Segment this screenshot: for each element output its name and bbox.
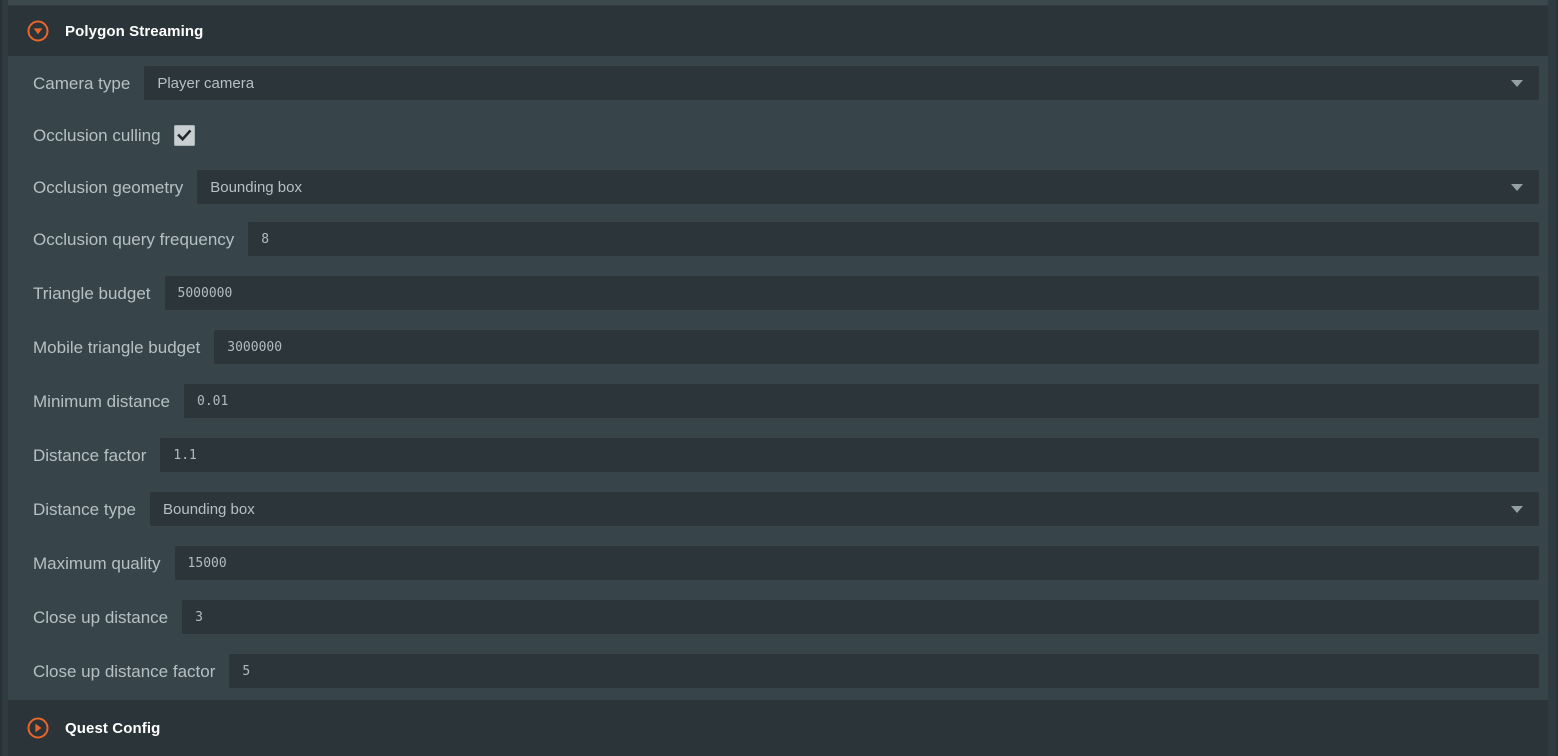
popup-value-occlusion-geometry: Bounding box: [210, 179, 302, 195]
property-row-distance-factor: Distance factor 1.1: [8, 428, 1556, 482]
chevron-down-icon: [1511, 80, 1523, 87]
property-row-maximum-quality: Maximum quality 15000: [8, 536, 1556, 590]
label-close-up-distance: Close up distance: [33, 607, 169, 627]
label-maximum-quality: Maximum quality: [33, 553, 161, 573]
property-row-distance-type: Distance type Bounding box: [8, 482, 1556, 536]
number-input-mobile-triangle-budget[interactable]: 3000000: [214, 330, 1539, 364]
chevron-down-icon: [1511, 506, 1523, 513]
number-input-occlusion-query-frequency[interactable]: 8: [248, 222, 1539, 256]
checkbox-occlusion-culling[interactable]: [173, 124, 195, 146]
polygon-streaming-inspector-panel: Polygon Streaming Camera type Player cam…: [0, 0, 1558, 756]
check-icon: [176, 129, 191, 141]
property-row-triangle-budget: Triangle budget 5000000: [8, 266, 1556, 320]
left-edge-line: [0, 0, 2, 756]
popup-value-distance-type: Bounding box: [163, 501, 255, 517]
number-value-mobile-triangle-budget: 3000000: [227, 340, 283, 354]
number-value-occlusion-query-frequency: 8: [261, 232, 270, 246]
property-row-occlusion-geometry: Occlusion geometry Bounding box: [8, 160, 1556, 214]
number-value-close-up-distance: 3: [195, 610, 203, 624]
property-row-occlusion-query-frequency: Occlusion query frequency 8: [8, 212, 1556, 266]
label-camera-type: Camera type: [33, 73, 131, 93]
popup-camera-type[interactable]: Player camera: [144, 66, 1539, 100]
label-occlusion-culling: Occlusion culling: [33, 125, 161, 145]
circle-triangle-right-icon[interactable]: [27, 717, 49, 739]
property-row-occlusion-culling: Occlusion culling: [8, 108, 1556, 162]
property-list: Camera type Player camera Occlusion cull…: [8, 56, 1556, 700]
label-occlusion-query-frequency: Occlusion query frequency: [33, 229, 235, 249]
number-input-minimum-distance[interactable]: 0.01: [184, 384, 1539, 418]
label-mobile-triangle-budget: Mobile triangle budget: [33, 337, 201, 357]
number-value-maximum-quality: 15000: [187, 556, 227, 570]
label-minimum-distance: Minimum distance: [33, 391, 170, 411]
property-row-close-up-distance: Close up distance 3: [8, 590, 1556, 644]
label-triangle-budget: Triangle budget: [33, 283, 151, 303]
number-input-close-up-distance-factor[interactable]: 5: [229, 654, 1539, 688]
number-input-maximum-quality[interactable]: 15000: [174, 546, 1539, 580]
label-close-up-distance-factor: Close up distance factor: [33, 661, 216, 681]
number-input-close-up-distance[interactable]: 3: [182, 600, 1539, 634]
number-value-close-up-distance-factor: 5: [242, 664, 251, 678]
number-input-triangle-budget[interactable]: 5000000: [164, 276, 1539, 310]
property-row-mobile-triangle-budget: Mobile triangle budget 3000000: [8, 320, 1556, 374]
label-distance-factor: Distance factor: [33, 445, 147, 465]
number-value-minimum-distance: 0.01: [197, 394, 229, 408]
label-distance-type: Distance type: [33, 499, 136, 519]
section-header-polygon-streaming[interactable]: Polygon Streaming: [8, 6, 1556, 56]
section-title-polygon-streaming: Polygon Streaming: [65, 22, 204, 40]
property-row-close-up-distance-factor: Close up distance factor 5: [8, 644, 1556, 698]
section-header-quest-config[interactable]: Quest Config: [8, 700, 1556, 756]
circle-triangle-down-icon[interactable]: [27, 20, 49, 42]
chevron-down-icon: [1511, 184, 1523, 191]
popup-value-camera-type: Player camera: [157, 75, 255, 91]
property-row-camera-type: Camera type Player camera: [8, 56, 1556, 110]
number-value-triangle-budget: 5000000: [177, 286, 233, 300]
popup-distance-type[interactable]: Bounding box: [150, 492, 1539, 526]
number-input-distance-factor[interactable]: 1.1: [160, 438, 1539, 472]
popup-occlusion-geometry[interactable]: Bounding box: [197, 170, 1539, 204]
section-title-quest-config: Quest Config: [65, 719, 161, 737]
number-value-distance-factor: 1.1: [173, 448, 197, 462]
label-occlusion-geometry: Occlusion geometry: [33, 177, 184, 197]
property-row-minimum-distance: Minimum distance 0.01: [8, 374, 1556, 428]
